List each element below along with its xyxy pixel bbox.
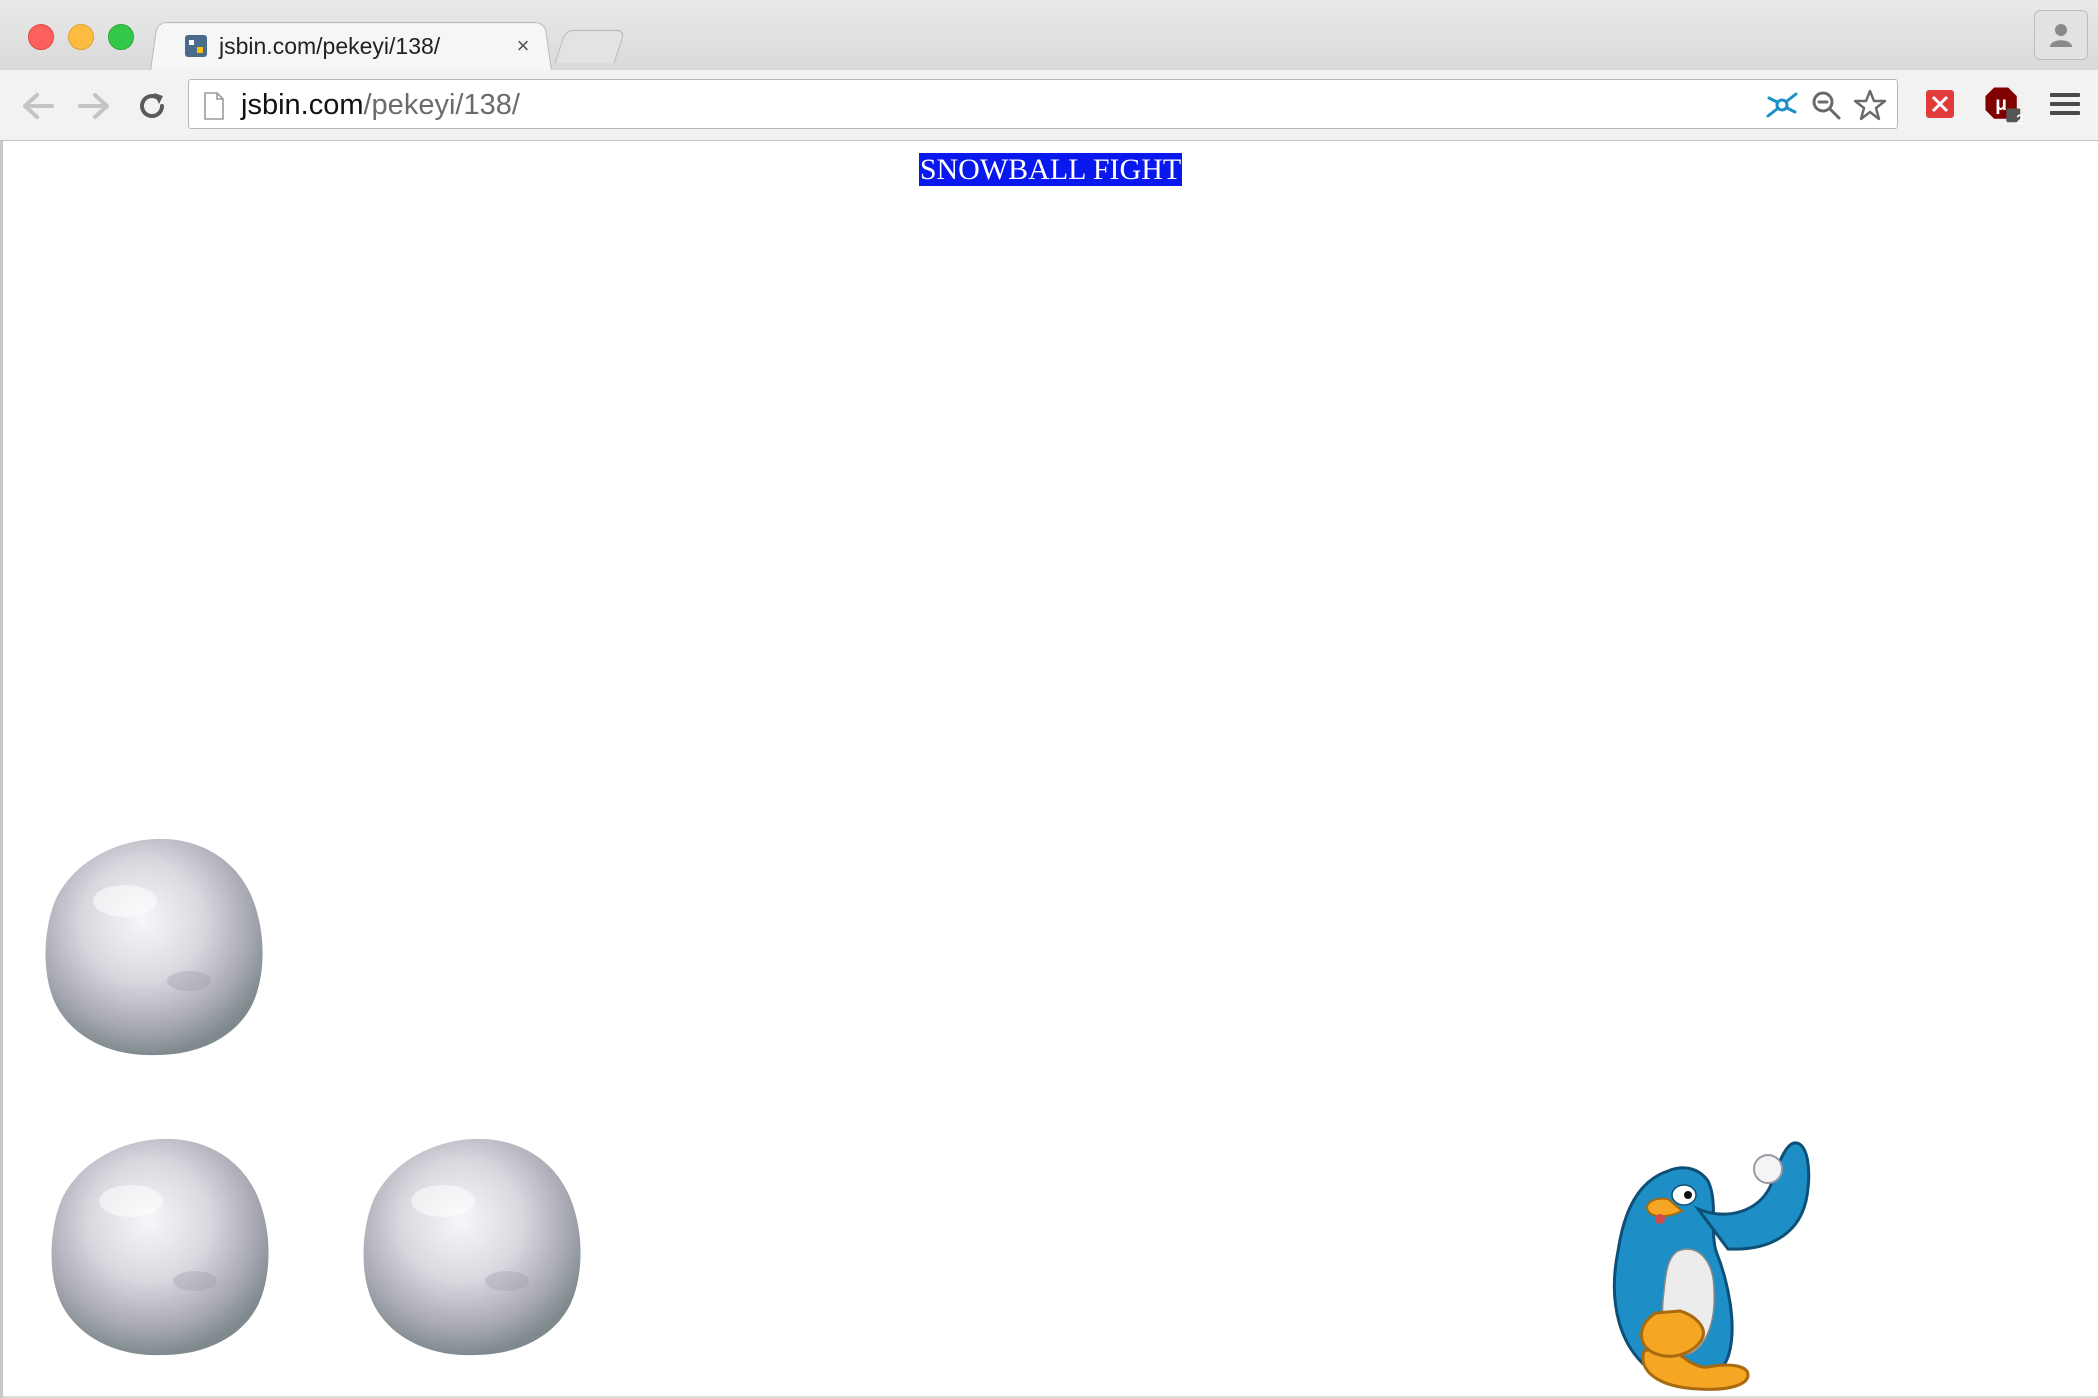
game-page[interactable]: SNOWBALL FIGHT <box>3 141 2098 1398</box>
browser-toolbar: jsbin.com/pekeyi/138/ μ 2 <box>0 70 2098 141</box>
browser-titlebar: jsbin.com/pekeyi/138/ × <box>0 0 2098 71</box>
penguin-player[interactable] <box>1598 1131 1818 1391</box>
ublock-icon[interactable]: μ 2 <box>1982 84 2024 127</box>
bookmark-star-icon[interactable] <box>1853 88 1887 122</box>
arrow-left-icon <box>23 93 54 119</box>
network-extension-icon[interactable] <box>1765 88 1799 122</box>
address-bar[interactable]: jsbin.com/pekeyi/138/ <box>188 79 1898 129</box>
svg-text:μ: μ <box>1995 94 2007 115</box>
snowball-2[interactable] <box>45 1131 277 1361</box>
back-button[interactable] <box>16 84 60 128</box>
url-text[interactable]: jsbin.com/pekeyi/138/ <box>241 89 520 122</box>
snowball-1[interactable] <box>39 831 271 1061</box>
window-close-button[interactable] <box>28 24 54 50</box>
zoom-icon[interactable] <box>1809 88 1843 122</box>
reload-button[interactable] <box>130 84 174 128</box>
extension-icon[interactable] <box>1920 84 1960 124</box>
hamburger-menu-icon <box>2050 93 2080 115</box>
snowball-3[interactable] <box>357 1131 589 1361</box>
profile-button[interactable] <box>2034 10 2088 60</box>
reload-icon <box>140 93 164 118</box>
chrome-menu-button[interactable] <box>2045 84 2085 124</box>
window-minimize-button[interactable] <box>68 24 94 50</box>
tab-close-icon[interactable]: × <box>511 33 535 59</box>
game-title-wrapper: SNOWBALL FIGHT <box>3 153 2098 187</box>
page-icon <box>204 92 224 120</box>
jsbin-favicon-icon <box>185 35 207 57</box>
window-zoom-button[interactable] <box>108 24 134 50</box>
person-icon <box>2050 24 2072 47</box>
ublock-badge-count: 2 <box>2016 111 2024 127</box>
url-host: jsbin.com <box>241 89 364 121</box>
new-tab-button[interactable] <box>554 30 626 63</box>
url-path: /pekeyi/138/ <box>363 89 520 121</box>
tab-title: jsbin.com/pekeyi/138/ <box>219 32 441 59</box>
arrow-right-icon <box>78 93 109 119</box>
forward-button[interactable] <box>72 84 116 128</box>
game-title: SNOWBALL FIGHT <box>918 153 1183 186</box>
